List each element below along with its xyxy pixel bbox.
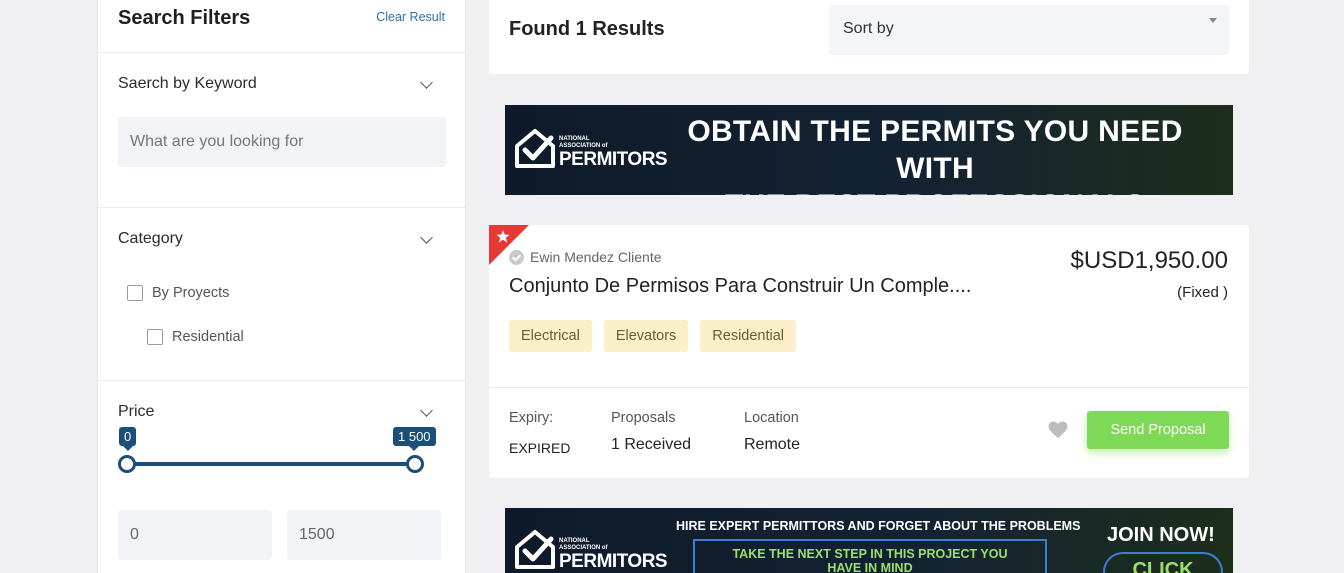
- category-option-residential[interactable]: Residential: [147, 329, 244, 345]
- job-tags: Electrical Elevators Residential: [509, 320, 797, 352]
- permitors-logo: NATIONAL ASSOCIATION of PERMITORS: [513, 526, 668, 572]
- permitors-join-banner[interactable]: NATIONAL ASSOCIATION of PERMITORS HIRE E…: [505, 508, 1233, 573]
- job-card: Ewin Mendez Cliente Conjunto De Permisos…: [489, 225, 1249, 478]
- house-check-icon: [515, 129, 555, 168]
- category-option-by-proyects[interactable]: By Proyects: [127, 285, 229, 301]
- client-name-text: Ewin Mendez Cliente: [530, 249, 662, 265]
- banner-headline: OBTAIN THE PERMITS YOU NEED WITH THE BES…: [645, 113, 1225, 195]
- tag-residential[interactable]: Residential: [700, 320, 797, 352]
- send-proposal-button[interactable]: Send Proposal: [1087, 411, 1229, 449]
- tag-electrical[interactable]: Electrical: [509, 320, 592, 352]
- callout-line1: TAKE THE NEXT STEP IN THIS PROJECT YOU: [732, 547, 1008, 561]
- expiry-value: EXPIRED: [509, 440, 571, 456]
- category-option-label: By Proyects: [152, 285, 230, 301]
- tag-elevators[interactable]: Elevators: [603, 320, 689, 352]
- keyword-section: Saerch by Keyword: [98, 53, 465, 208]
- category-section-label: Category: [118, 230, 183, 247]
- search-filters-sidebar: Search Filters Clear Result Saerch by Ke…: [97, 0, 466, 573]
- logo-tagline: NATIONAL ASSOCIATION of: [559, 135, 608, 149]
- price-max-tooltip: 1 500: [393, 427, 436, 451]
- price-type: (Fixed ): [1177, 284, 1228, 301]
- results-count: Found 1 Results: [509, 18, 665, 40]
- keyword-section-label: Saerch by Keyword: [118, 75, 257, 92]
- price-slider-min-handle[interactable]: [118, 455, 136, 473]
- sidebar-title: Search Filters: [118, 7, 251, 29]
- chevron-down-icon[interactable]: [420, 404, 433, 417]
- category-section: Category By Proyects Residential: [98, 208, 465, 381]
- banner-callout-box: TAKE THE NEXT STEP IN THIS PROJECT YOU H…: [693, 539, 1047, 573]
- expiry-label: Expiry:: [509, 410, 554, 426]
- caret-down-icon: [1209, 18, 1217, 23]
- banner-headline: HIRE EXPERT PERMITTORS AND FORGET ABOUT …: [676, 519, 1081, 533]
- price-slider-max-handle[interactable]: [406, 455, 424, 473]
- callout-line2: HAVE IN MIND: [827, 561, 913, 573]
- results-header: Found 1 Results Sort by: [489, 0, 1249, 74]
- price-min-input[interactable]: [118, 510, 272, 560]
- heart-icon[interactable]: [1048, 421, 1068, 439]
- job-title-link[interactable]: Conjunto De Permisos Para Construir Un C…: [509, 275, 971, 298]
- sort-by-select[interactable]: Sort by: [829, 5, 1229, 55]
- client-name: Ewin Mendez Cliente: [509, 249, 662, 265]
- proposals-label: Proposals: [611, 410, 676, 426]
- chevron-down-icon[interactable]: [420, 76, 433, 89]
- location-value: Remote: [744, 436, 801, 453]
- permitors-ad-banner[interactable]: NATIONAL ASSOCIATION of PERMITORS OBTAIN…: [505, 105, 1233, 195]
- sort-by-label: Sort by: [843, 20, 894, 37]
- keyword-search-input[interactable]: [118, 117, 446, 167]
- divider: [489, 387, 1249, 388]
- permitors-logo: NATIONAL ASSOCIATION of PERMITORS: [513, 126, 668, 170]
- checkbox[interactable]: [127, 285, 143, 301]
- job-price: $USD1,950.00: [1070, 247, 1228, 274]
- price-slider-track[interactable]: [126, 462, 416, 466]
- price-min-tooltip: 0: [119, 427, 137, 451]
- chevron-down-icon[interactable]: [420, 231, 433, 244]
- price-max-input[interactable]: [287, 510, 441, 560]
- sidebar-header: Search Filters Clear Result: [98, 0, 465, 53]
- proposals-value: 1 Received: [611, 436, 692, 453]
- verified-check-icon: [509, 249, 524, 265]
- category-option-label: Residential: [172, 329, 244, 345]
- checkbox[interactable]: [147, 329, 163, 345]
- price-section-label: Price: [118, 403, 155, 420]
- click-here-button[interactable]: CLICK HERE: [1103, 552, 1223, 573]
- banner-headline-line1: OBTAIN THE PERMITS YOU NEED WITH: [687, 115, 1183, 185]
- logo-tagline: NATIONAL ASSOCIATION of: [559, 538, 608, 551]
- location-label: Location: [744, 410, 799, 426]
- join-now-text: JOIN NOW!: [1107, 524, 1215, 546]
- banner-headline-line2: THE BEST PROFESSIONALS: [645, 187, 1225, 195]
- logo-wordmark: PERMITORS: [559, 551, 668, 572]
- clear-result-link[interactable]: Clear Result: [376, 10, 445, 24]
- house-check-icon: [515, 529, 555, 569]
